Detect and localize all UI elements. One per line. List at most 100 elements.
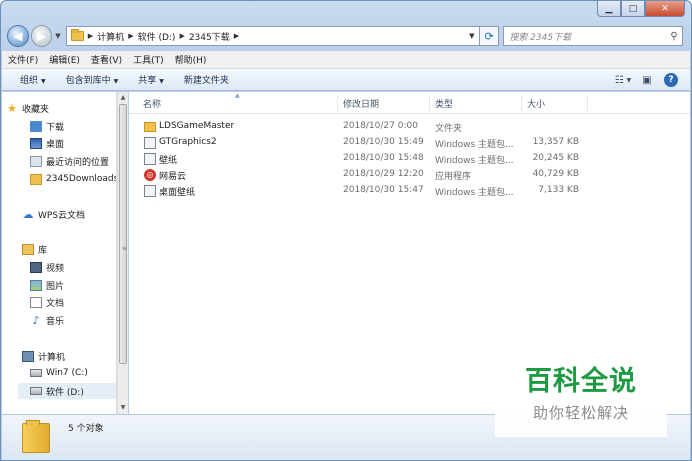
chevron-right-icon[interactable]: ▶ — [128, 32, 133, 40]
nav-libraries[interactable]: 库 — [22, 241, 47, 257]
nav-item-downloads[interactable]: 下载 — [30, 118, 64, 134]
minimize-button[interactable]: ▁ — [597, 1, 621, 17]
recent-pages-dropdown[interactable]: ▼ — [53, 32, 63, 40]
file-row[interactable]: LDSGameMaster 2018/10/27 0:00 文件夹 — [129, 119, 690, 135]
share-button[interactable]: 共享 ▼ — [138, 73, 164, 86]
search-icon[interactable]: ⚲ — [666, 31, 682, 42]
column-header-row: ▲ 名称 修改日期 类型 大小 — [129, 92, 690, 114]
cloud-icon: ☁ — [22, 207, 34, 221]
file-name: GTGraphics2 — [159, 137, 217, 147]
breadcrumb-drive-d[interactable]: 软件 (D:) — [138, 30, 176, 43]
view-options-icon[interactable]: ☷ ▼ — [614, 72, 632, 88]
nav-computer[interactable]: 计算机 — [22, 348, 65, 364]
help-button[interactable]: ? — [662, 72, 680, 88]
close-button[interactable]: ✕ — [645, 1, 685, 17]
music-note-icon: ♪ — [32, 313, 40, 327]
address-dropdown-icon[interactable]: ▼ — [465, 32, 479, 40]
nav-item-pictures[interactable]: 图片 — [30, 277, 64, 293]
view-controls: ☷ ▼ ▣ ? — [608, 72, 680, 88]
nav-label: WPS云文档 — [38, 210, 86, 221]
help-icon: ? — [664, 73, 678, 87]
nav-label: 音乐 — [46, 316, 65, 327]
chevron-down-icon: ▼ — [159, 78, 164, 85]
nav-item-music[interactable]: ♪ 音乐 — [30, 312, 64, 328]
menu-help[interactable]: 帮助(H) — [175, 53, 207, 66]
computer-icon — [22, 350, 34, 362]
preview-pane-icon[interactable]: ▣ — [638, 72, 656, 88]
chevron-right-icon[interactable]: ▶ — [234, 32, 239, 40]
column-type[interactable]: 类型 — [435, 97, 453, 110]
file-row[interactable]: 桌面壁纸 2018/10/30 15:47 Windows 主题包... 7,1… — [129, 183, 690, 199]
file-row[interactable]: ◎ 网易云 2018/10/29 12:20 应用程序 40,729 KB — [129, 167, 690, 183]
file-row[interactable]: GTGraphics2 2018/10/30 15:49 Windows 主题包… — [129, 135, 690, 151]
folder-icon — [30, 173, 42, 185]
command-bar: 组织 ▼ 包含到库中 ▼ 共享 ▼ 新建文件夹 ☷ ▼ ▣ ? — [2, 69, 690, 91]
nav-item-videos[interactable]: 视频 — [30, 259, 64, 275]
organize-button[interactable]: 组织 ▼ — [20, 73, 46, 86]
chevron-down-icon: ▼ — [41, 78, 46, 85]
navigation-pane: ★ 收藏夹 下载 桌面 最近访问的位置 2345Downloads ☁ WPS云… — [2, 92, 117, 414]
nav-label: 最近访问的位置 — [46, 157, 110, 168]
nav-item-2345downloads[interactable]: 2345Downloads — [30, 171, 116, 187]
nav-label: 视频 — [46, 263, 65, 274]
navigation-row: ◀ ▶ ▼ ▶ 计算机 ▶ 软件 (D:) ▶ 2345下载 ▶ ▼ ⟳ 搜索 … — [7, 23, 683, 49]
column-divider[interactable] — [429, 95, 430, 111]
library-icon — [22, 243, 34, 255]
menu-tools[interactable]: 工具(T) — [133, 53, 164, 66]
grip-icon: ≡ — [122, 245, 128, 252]
nav-item-recent-places[interactable]: 最近访问的位置 — [30, 153, 109, 169]
file-size: 13,357 KB — [532, 137, 579, 147]
nav-item-wps-cloud[interactable]: ☁ WPS云文档 — [22, 206, 86, 222]
folder-icon — [144, 122, 156, 132]
nav-label: 计算机 — [38, 352, 66, 363]
nav-label: 图片 — [46, 281, 65, 292]
nav-item-drive-d[interactable]: 软件 (D:) — [18, 383, 116, 399]
column-divider[interactable] — [337, 95, 338, 111]
file-name: 壁纸 — [159, 156, 178, 166]
column-date-modified[interactable]: 修改日期 — [343, 97, 379, 110]
file-type: 文件夹 — [435, 124, 463, 134]
nav-pane-scrollbar[interactable]: ▲ ≡ ▼ — [117, 92, 128, 414]
maximize-button[interactable]: □ — [621, 1, 645, 17]
scroll-up-arrow[interactable]: ▲ — [118, 92, 128, 104]
refresh-icon[interactable]: ⟳ — [479, 26, 500, 46]
item-count: 5 个对象 — [68, 424, 104, 434]
nav-item-desktop[interactable]: 桌面 — [30, 135, 64, 151]
back-button[interactable]: ◀ — [7, 25, 29, 47]
file-size: 40,729 KB — [532, 169, 579, 179]
scroll-thumb[interactable]: ≡ — [119, 104, 127, 364]
file-name: 网易云 — [159, 172, 187, 182]
column-size[interactable]: 大小 — [527, 97, 545, 110]
column-name[interactable]: 名称 — [143, 97, 161, 110]
nav-label: 软件 (D:) — [46, 387, 84, 398]
chevron-right-icon[interactable]: ▶ — [88, 32, 93, 40]
nav-favorites[interactable]: ★ 收藏夹 — [6, 100, 49, 116]
breadcrumb-2345-downloads[interactable]: 2345下载 — [189, 30, 230, 43]
forward-button[interactable]: ▶ — [30, 25, 53, 47]
nav-label: 收藏夹 — [22, 104, 50, 115]
file-row[interactable]: 壁纸 2018/10/30 15:48 Windows 主题包... 20,24… — [129, 151, 690, 167]
chevron-right-icon[interactable]: ▶ — [179, 32, 184, 40]
search-placeholder: 搜索 2345下载 — [509, 32, 572, 43]
address-bar[interactable]: ▶ 计算机 ▶ 软件 (D:) ▶ 2345下载 ▶ ▼ — [65, 26, 480, 46]
include-library-label: 包含到库中 — [65, 76, 111, 86]
file-name: LDSGameMaster — [159, 121, 235, 131]
drive-icon — [30, 387, 42, 395]
star-icon: ★ — [7, 101, 17, 115]
new-folder-button[interactable]: 新建文件夹 — [184, 73, 229, 86]
column-divider[interactable] — [587, 95, 588, 111]
netease-app-icon: ◎ — [144, 169, 156, 181]
scroll-down-arrow[interactable]: ▼ — [118, 402, 128, 414]
menu-view[interactable]: 查看(V) — [91, 53, 122, 66]
menu-edit[interactable]: 编辑(E) — [49, 53, 80, 66]
sort-caret-icon: ▲ — [235, 92, 240, 99]
include-in-library-button[interactable]: 包含到库中 ▼ — [66, 73, 119, 86]
caption-buttons: ▁ □ ✕ — [597, 1, 685, 17]
column-divider[interactable] — [521, 95, 522, 111]
search-input[interactable]: 搜索 2345下载 ⚲ — [503, 26, 683, 46]
nav-item-documents[interactable]: 文档 — [30, 294, 64, 310]
nav-item-drive-c[interactable]: Win7 (C:) — [30, 365, 88, 381]
breadcrumb-computer[interactable]: 计算机 — [97, 30, 124, 43]
menu-file[interactable]: 文件(F) — [8, 53, 38, 66]
system-drive-icon — [30, 369, 42, 377]
